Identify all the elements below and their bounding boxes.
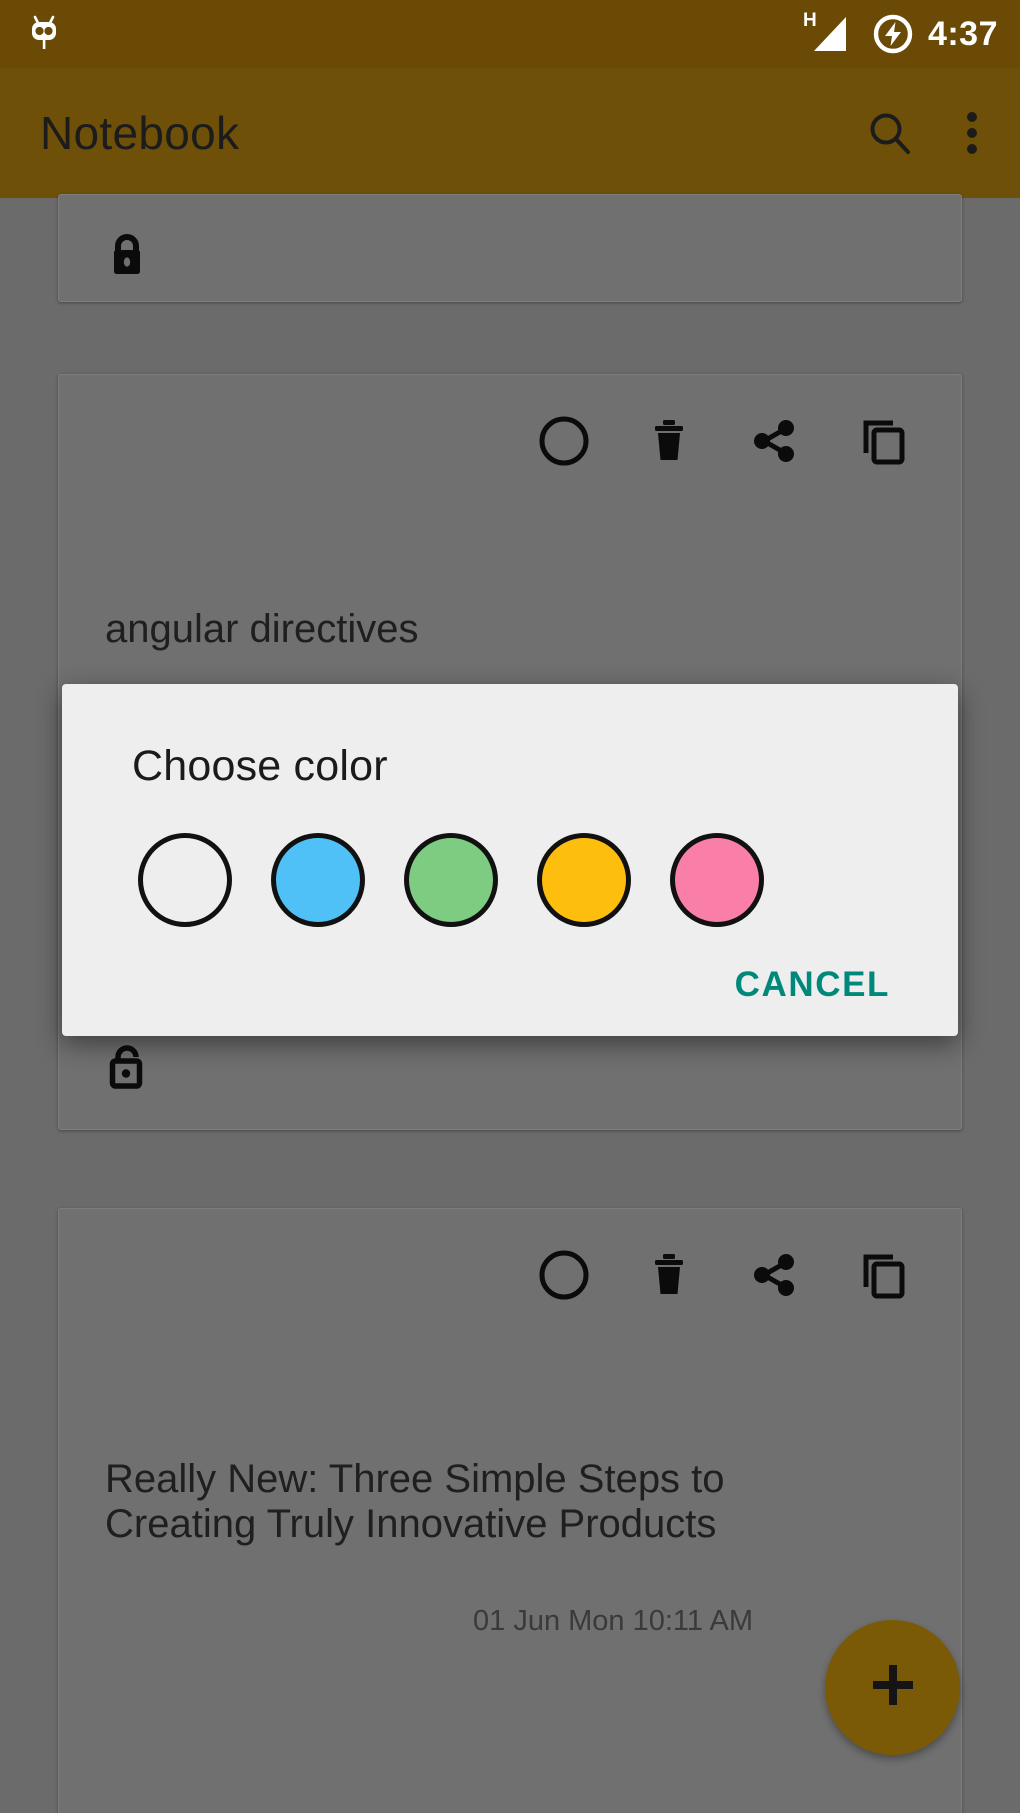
color-swatch-blue[interactable] <box>271 833 365 927</box>
choose-color-dialog: Choose color CANCEL <box>62 684 958 1036</box>
color-swatch-pink[interactable] <box>670 833 764 927</box>
dialog-title: Choose color <box>132 742 388 790</box>
color-swatch-white[interactable] <box>138 833 232 927</box>
color-swatch-yellow[interactable] <box>537 833 631 927</box>
cancel-button[interactable]: CANCEL <box>735 965 890 1005</box>
color-swatch-green[interactable] <box>404 833 498 927</box>
dialog-button-bar: CANCEL <box>62 927 958 1005</box>
app-screen: H 4:37 Notebook angular directives Reall… <box>0 0 1020 1813</box>
color-swatch-row <box>62 791 958 927</box>
